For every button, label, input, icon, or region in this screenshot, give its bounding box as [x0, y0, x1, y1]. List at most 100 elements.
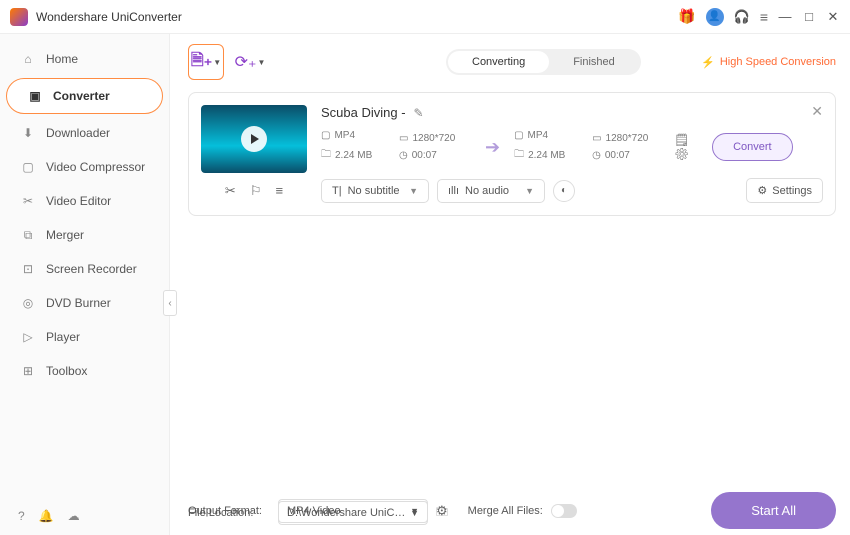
headset-icon[interactable]: 🎧	[734, 9, 750, 25]
titlebar: Wondershare UniConverter 🎁 👤 🎧 ≡ — □ ✕	[0, 0, 850, 34]
resolution-icon: ▭	[592, 133, 601, 144]
sidebar-item-label: Downloader	[46, 126, 110, 140]
url-icon: ⟳₊	[235, 52, 257, 72]
settings-label: Settings	[772, 185, 812, 197]
toolbox-icon: ⊞	[20, 363, 36, 379]
bell-icon[interactable]: 🔔	[39, 509, 54, 523]
effect-icon[interactable]: ≡	[275, 183, 283, 199]
maximize-button[interactable]: □	[802, 10, 816, 24]
convert-button[interactable]: Convert	[712, 133, 793, 161]
trim-icon[interactable]: ✂	[225, 183, 236, 199]
user-avatar[interactable]: 👤	[706, 8, 724, 26]
sidebar-item-player[interactable]: ▷ Player	[0, 320, 169, 354]
sidebar-item-compressor[interactable]: ▢ Video Compressor	[0, 150, 169, 184]
content-area: 🗎₊ ▼ ⟳₊ ▼ Converting Finished ⚡ High Spe…	[170, 34, 850, 535]
sidebar-item-dvd[interactable]: ◎ DVD Burner	[0, 286, 169, 320]
add-file-button[interactable]: 🗎₊ ▼	[188, 44, 224, 80]
dst-format: MP4	[528, 130, 549, 141]
tab-finished[interactable]: Finished	[549, 51, 639, 73]
resolution-icon: ▭	[399, 133, 408, 144]
sidebar-item-label: Video Compressor	[46, 160, 145, 174]
sidebar-item-label: Player	[46, 330, 80, 344]
audio-icon: ıllı	[448, 185, 459, 197]
start-all-button[interactable]: Start All	[711, 492, 836, 529]
edit-title-icon[interactable]: ✎	[414, 106, 424, 120]
menu-icon[interactable]: ≡	[760, 9, 768, 25]
recorder-icon: ⊡	[20, 261, 36, 277]
tab-converting[interactable]: Converting	[448, 51, 549, 73]
subtitle-dropdown[interactable]: T| No subtitle ▼	[321, 179, 429, 203]
help-icon[interactable]: ?	[18, 509, 25, 523]
crop-icon[interactable]: ⚐	[250, 183, 262, 199]
src-resolution: 1280*720	[412, 133, 455, 144]
remove-file-button[interactable]: ✕	[811, 103, 823, 120]
chevron-down-icon: ▼	[257, 58, 265, 67]
sidebar-item-toolbox[interactable]: ⊞ Toolbox	[0, 354, 169, 388]
sidebar-item-label: Converter	[53, 89, 110, 103]
player-icon: ▷	[20, 329, 36, 345]
sidebar-item-label: Video Editor	[46, 194, 111, 208]
dst-size: 2.24 MB	[528, 150, 565, 161]
tabs: Converting Finished	[446, 49, 641, 75]
sidebar-item-converter[interactable]: ▣ Converter	[6, 78, 163, 114]
sidebar-item-label: Screen Recorder	[46, 262, 137, 276]
audio-dropdown[interactable]: ıllı No audio ▼	[437, 179, 545, 203]
sidebar-collapse-button[interactable]: ‹	[163, 290, 177, 316]
dvd-icon: ◎	[20, 295, 36, 311]
editor-icon: ✂	[20, 193, 36, 209]
chevron-down-icon: ▼	[409, 186, 418, 196]
subtitle-icon: T|	[332, 185, 342, 197]
open-folder-icon[interactable]: 🗀	[436, 503, 448, 524]
high-speed-toggle[interactable]: ⚡ High Speed Conversion	[701, 56, 836, 69]
chevron-down-icon: ▼	[213, 58, 221, 67]
sidebar: ⌂ Home ▣ Converter ⬇ Downloader ▢ Video …	[0, 34, 170, 535]
minimize-button[interactable]: —	[778, 10, 792, 24]
close-button[interactable]: ✕	[826, 10, 840, 24]
merge-toggle[interactable]	[551, 504, 577, 518]
file-location-value: D:\Wondershare UniConverter	[287, 507, 410, 519]
audio-value: No audio	[465, 185, 509, 197]
sidebar-item-label: DVD Burner	[46, 296, 111, 310]
output-settings-icon[interactable]: 🗒⚙	[674, 136, 696, 158]
arrow-icon: ➔	[485, 137, 500, 158]
clock-icon: ◷	[592, 150, 601, 161]
file-location-select[interactable]: D:\Wondershare UniConverter ▼	[278, 501, 428, 525]
gift-icon[interactable]: 🎁	[678, 8, 695, 25]
add-url-button[interactable]: ⟳₊ ▼	[232, 44, 268, 80]
src-size: 2.24 MB	[335, 150, 372, 161]
sidebar-item-label: Toolbox	[46, 364, 87, 378]
subtitle-value: No subtitle	[348, 185, 400, 197]
chevron-down-icon: ▼	[525, 186, 534, 196]
add-file-icon: 🗎₊	[191, 49, 212, 76]
file-card: ✕ ✂ ⚐ ≡ Scuba Diving - ✎ ▢ MP4	[188, 92, 836, 216]
play-button[interactable]	[241, 126, 267, 152]
folder-icon: 🗀	[514, 147, 524, 164]
sidebar-item-home[interactable]: ⌂ Home	[0, 42, 169, 76]
folder-icon: 🗀	[321, 147, 331, 164]
cloud-icon[interactable]: ☁	[68, 509, 80, 523]
settings-button[interactable]: ⚙ Settings	[746, 178, 823, 203]
compressor-icon: ▢	[20, 159, 36, 175]
dst-resolution: 1280*720	[606, 133, 649, 144]
merger-icon: ⧉	[20, 227, 36, 243]
converter-icon: ▣	[27, 88, 43, 104]
format-icon: ▢	[321, 130, 330, 141]
file-title: Scuba Diving -	[321, 105, 406, 120]
video-thumbnail[interactable]	[201, 105, 307, 173]
sidebar-item-recorder[interactable]: ⊡ Screen Recorder	[0, 252, 169, 286]
sidebar-item-downloader[interactable]: ⬇ Downloader	[0, 116, 169, 150]
sidebar-item-label: Merger	[46, 228, 84, 242]
hsc-label: High Speed Conversion	[720, 56, 836, 68]
sidebar-item-label: Home	[46, 52, 78, 66]
src-duration: 00:07	[412, 150, 437, 161]
dst-duration: 00:07	[605, 150, 630, 161]
sidebar-item-merger[interactable]: ⧉ Merger	[0, 218, 169, 252]
download-icon: ⬇	[20, 125, 36, 141]
info-button[interactable]: ◐	[553, 180, 575, 202]
chevron-down-icon: ▼	[410, 508, 419, 518]
home-icon: ⌂	[20, 51, 36, 67]
format-icon: ▢	[514, 130, 523, 141]
clock-icon: ◷	[399, 150, 408, 161]
play-icon	[251, 134, 259, 144]
sidebar-item-editor[interactable]: ✂ Video Editor	[0, 184, 169, 218]
